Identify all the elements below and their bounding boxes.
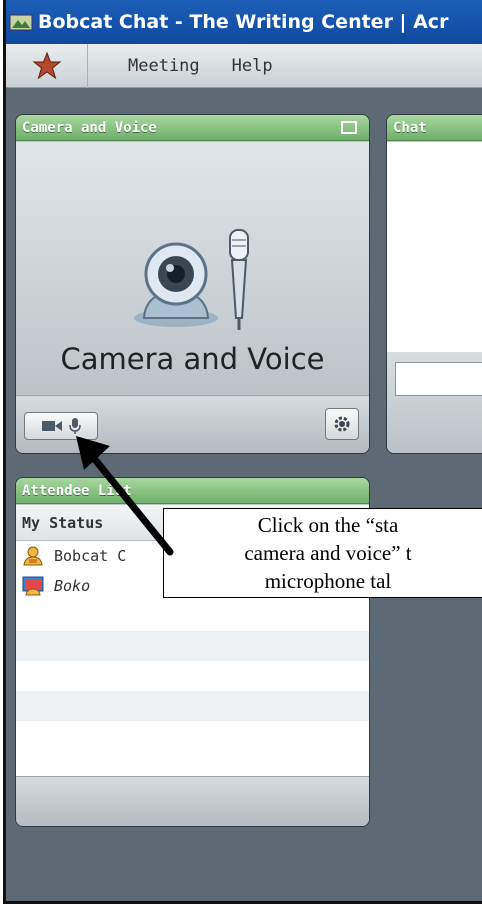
chat-messages — [387, 142, 482, 352]
title-bar: Bobcat Chat - The Writing Center | Acr — [6, 0, 482, 44]
pointer-arrow-icon — [76, 436, 174, 556]
camera-pod-body: Camera and Voice — [16, 142, 369, 395]
camera-pod-footer — [16, 395, 369, 453]
star-menu-button[interactable] — [6, 43, 88, 88]
attendee-name: Boko — [54, 577, 91, 595]
webcam-microphone-icon — [134, 229, 249, 330]
chat-pod-header: Chat — [387, 115, 482, 141]
callout-line-1: Click on the “sta — [257, 513, 399, 537]
camera-voice-pod: Camera and Voice Camera and Voice — [15, 114, 370, 454]
list-item — [16, 661, 369, 691]
menu-help[interactable]: Help — [232, 56, 273, 76]
menu-bar: Meeting Help — [6, 43, 482, 88]
list-item — [16, 601, 369, 631]
participant-icon — [22, 576, 44, 596]
gear-icon — [334, 416, 350, 432]
app-icon — [9, 14, 33, 31]
window-title: Bobcat Chat - The Writing Center | Acr — [38, 11, 449, 33]
callout-line-2: camera and voice” t — [244, 541, 412, 565]
callout-line-3: microphone tal — [264, 569, 392, 593]
attendee-pod-footer — [16, 776, 369, 826]
list-item — [16, 691, 369, 721]
list-item — [16, 721, 369, 751]
camera-voice-label: Camera and Voice — [60, 342, 325, 376]
chat-pod-title: Chat — [393, 119, 427, 136]
host-user-icon — [23, 546, 43, 566]
instruction-callout: Click on the “sta camera and voice” t mi… — [163, 508, 482, 598]
video-camera-icon — [42, 421, 62, 431]
camera-pod-title: Camera and Voice — [22, 119, 157, 136]
chat-pod: Chat — [386, 114, 482, 454]
minimize-icon[interactable] — [341, 121, 357, 134]
chat-input[interactable] — [395, 362, 482, 396]
list-item — [16, 631, 369, 661]
camera-pod-header: Camera and Voice — [16, 115, 369, 141]
pod-options-button[interactable] — [325, 408, 359, 440]
attendee-pod-header: Attendee List — [16, 478, 369, 504]
chat-input-area — [387, 352, 482, 453]
star-icon — [32, 51, 61, 79]
menu-meeting[interactable]: Meeting — [128, 56, 200, 76]
